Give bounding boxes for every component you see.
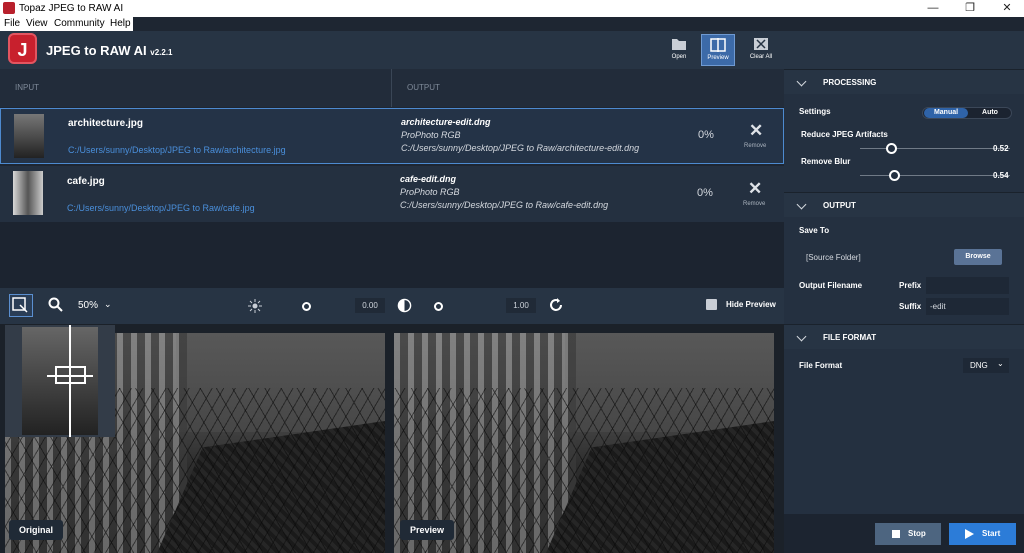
zoom-icon[interactable]	[48, 297, 64, 313]
remove-blur-label: Remove Blur	[801, 157, 851, 166]
menu-bar: File View Community Help	[0, 17, 133, 31]
contrast-icon	[397, 298, 412, 313]
processing-section-header[interactable]: PROCESSING	[784, 69, 1024, 94]
remove-blur-track[interactable]	[860, 175, 1010, 176]
suffix-input[interactable]: -edit	[926, 298, 1009, 315]
settings-mode-toggle[interactable]: Manual Auto	[922, 107, 1012, 119]
stop-icon	[892, 530, 900, 538]
reduce-artifacts-label: Reduce JPEG Artifacts	[801, 130, 888, 139]
preview-label: Preview	[707, 55, 729, 61]
output-column-header: OUTPUT	[391, 69, 784, 107]
output-name: cafe-edit.dng	[400, 174, 457, 184]
exposure-slider-knob[interactable]	[302, 302, 311, 311]
save-to-label: Save To	[799, 226, 830, 235]
clear-all-button[interactable]: Clear All	[744, 34, 778, 66]
remove-blur-value: 0.54	[993, 171, 1009, 180]
app-version: v2.2.1	[150, 48, 173, 57]
auto-option[interactable]: Auto	[968, 108, 1012, 118]
save-folder-value: [Source Folder]	[806, 253, 861, 262]
clear-all-label: Clear All	[749, 54, 773, 60]
file-row-cafe[interactable]: cafe.jpg C:/Users/sunny/Desktop/JPEG to …	[0, 166, 784, 222]
close-button[interactable]: ✕	[992, 1, 1022, 16]
preview-label: Preview	[400, 520, 455, 540]
hide-preview-button[interactable]: Hide Preview	[726, 300, 776, 309]
view-toolbar	[0, 288, 784, 324]
browse-button[interactable]: Browse	[954, 249, 1002, 265]
reset-icon[interactable]	[548, 297, 564, 313]
app-logo: J	[8, 33, 37, 64]
play-icon	[965, 529, 974, 539]
exposure-value[interactable]: 0.00	[355, 298, 385, 313]
app-title: JPEG to RAW AI v2.2.1	[46, 43, 173, 58]
start-button[interactable]: Start	[949, 523, 1016, 545]
title-bar: Topaz JPEG to RAW AI — ❐ ✕	[0, 0, 1024, 17]
exposure-icon	[248, 299, 262, 313]
file-format-label: File Format	[799, 361, 843, 370]
file-path[interactable]: C:/Users/sunny/Desktop/JPEG to Raw/cafe.…	[67, 203, 255, 213]
contrast-value[interactable]: 1.00	[506, 298, 536, 313]
remove-label[interactable]: Remove	[743, 201, 765, 207]
menu-file[interactable]: File	[4, 18, 20, 29]
chevron-down-icon	[796, 76, 807, 87]
file-path[interactable]: C:/Users/sunny/Desktop/JPEG to Raw/archi…	[68, 145, 286, 155]
contrast-slider-knob[interactable]	[434, 302, 443, 311]
progress-percent: 0%	[698, 129, 714, 141]
navigator-toggle-button[interactable]	[9, 294, 33, 317]
chevron-down-icon[interactable]: ⌄	[104, 299, 112, 310]
output-path: C:/Users/sunny/Desktop/JPEG to Raw/archi…	[401, 143, 640, 153]
file-row-architecture[interactable]: architecture.jpg C:/Users/sunny/Desktop/…	[0, 108, 784, 164]
original-label: Original	[9, 520, 64, 540]
reduce-artifacts-value: 0.52	[993, 144, 1009, 153]
file-list-empty-area	[0, 222, 784, 288]
progress-percent: 0%	[697, 187, 713, 199]
menu-view[interactable]: View	[26, 18, 48, 29]
open-label: Open	[671, 54, 687, 60]
app-icon	[3, 2, 15, 14]
folder-icon	[672, 39, 686, 50]
menu-help[interactable]: Help	[110, 18, 131, 29]
prefix-label: Prefix	[899, 281, 922, 290]
hide-preview-icon[interactable]	[706, 299, 717, 310]
remove-blur-slider[interactable]	[888, 170, 900, 181]
output-name: architecture-edit.dng	[401, 117, 491, 127]
manual-option[interactable]: Manual	[924, 108, 968, 118]
minimize-button[interactable]: —	[918, 1, 948, 16]
zoom-level[interactable]: 50%	[78, 300, 98, 311]
window-title: Topaz JPEG to RAW AI	[19, 3, 124, 14]
remove-icon[interactable]: ✕	[748, 179, 762, 199]
input-column-header: INPUT	[0, 69, 391, 107]
file-format-select[interactable]: DNG ⌄	[963, 358, 1009, 373]
app-name: JPEG to RAW AI	[46, 43, 147, 58]
chevron-down-icon: ⌄	[997, 359, 1004, 368]
chevron-down-icon	[796, 331, 807, 342]
output-path: C:/Users/sunny/Desktop/JPEG to Raw/cafe-…	[400, 200, 609, 210]
output-profile: ProPhoto RGB	[400, 187, 460, 197]
stop-button[interactable]: Stop	[875, 523, 941, 545]
navigator-viewport-box[interactable]	[55, 366, 86, 384]
menu-community[interactable]: Community	[54, 18, 105, 29]
output-filename-label: Output Filename	[799, 281, 863, 290]
navigator-icon	[12, 297, 28, 313]
remove-label[interactable]: Remove	[744, 143, 766, 149]
open-button[interactable]: Open	[662, 34, 696, 66]
maximize-button[interactable]: ❐	[955, 1, 985, 16]
file-format-section-header[interactable]: FILE FORMAT	[784, 324, 1024, 349]
file-thumbnail	[13, 171, 43, 215]
clear-icon	[754, 38, 768, 50]
file-name: architecture.jpg	[68, 118, 144, 129]
remove-icon[interactable]: ✕	[749, 121, 763, 141]
preview-button[interactable]: Preview	[701, 34, 735, 66]
output-profile: ProPhoto RGB	[401, 130, 461, 140]
settings-label: Settings	[799, 107, 831, 116]
reduce-artifacts-track[interactable]	[860, 148, 1010, 149]
file-thumbnail	[14, 114, 44, 158]
split-view-icon	[710, 38, 726, 52]
file-name: cafe.jpg	[67, 176, 105, 187]
suffix-label: Suffix	[899, 302, 922, 311]
chevron-down-icon	[796, 199, 807, 210]
prefix-input[interactable]	[926, 277, 1009, 294]
output-section-header[interactable]: OUTPUT	[784, 192, 1024, 217]
